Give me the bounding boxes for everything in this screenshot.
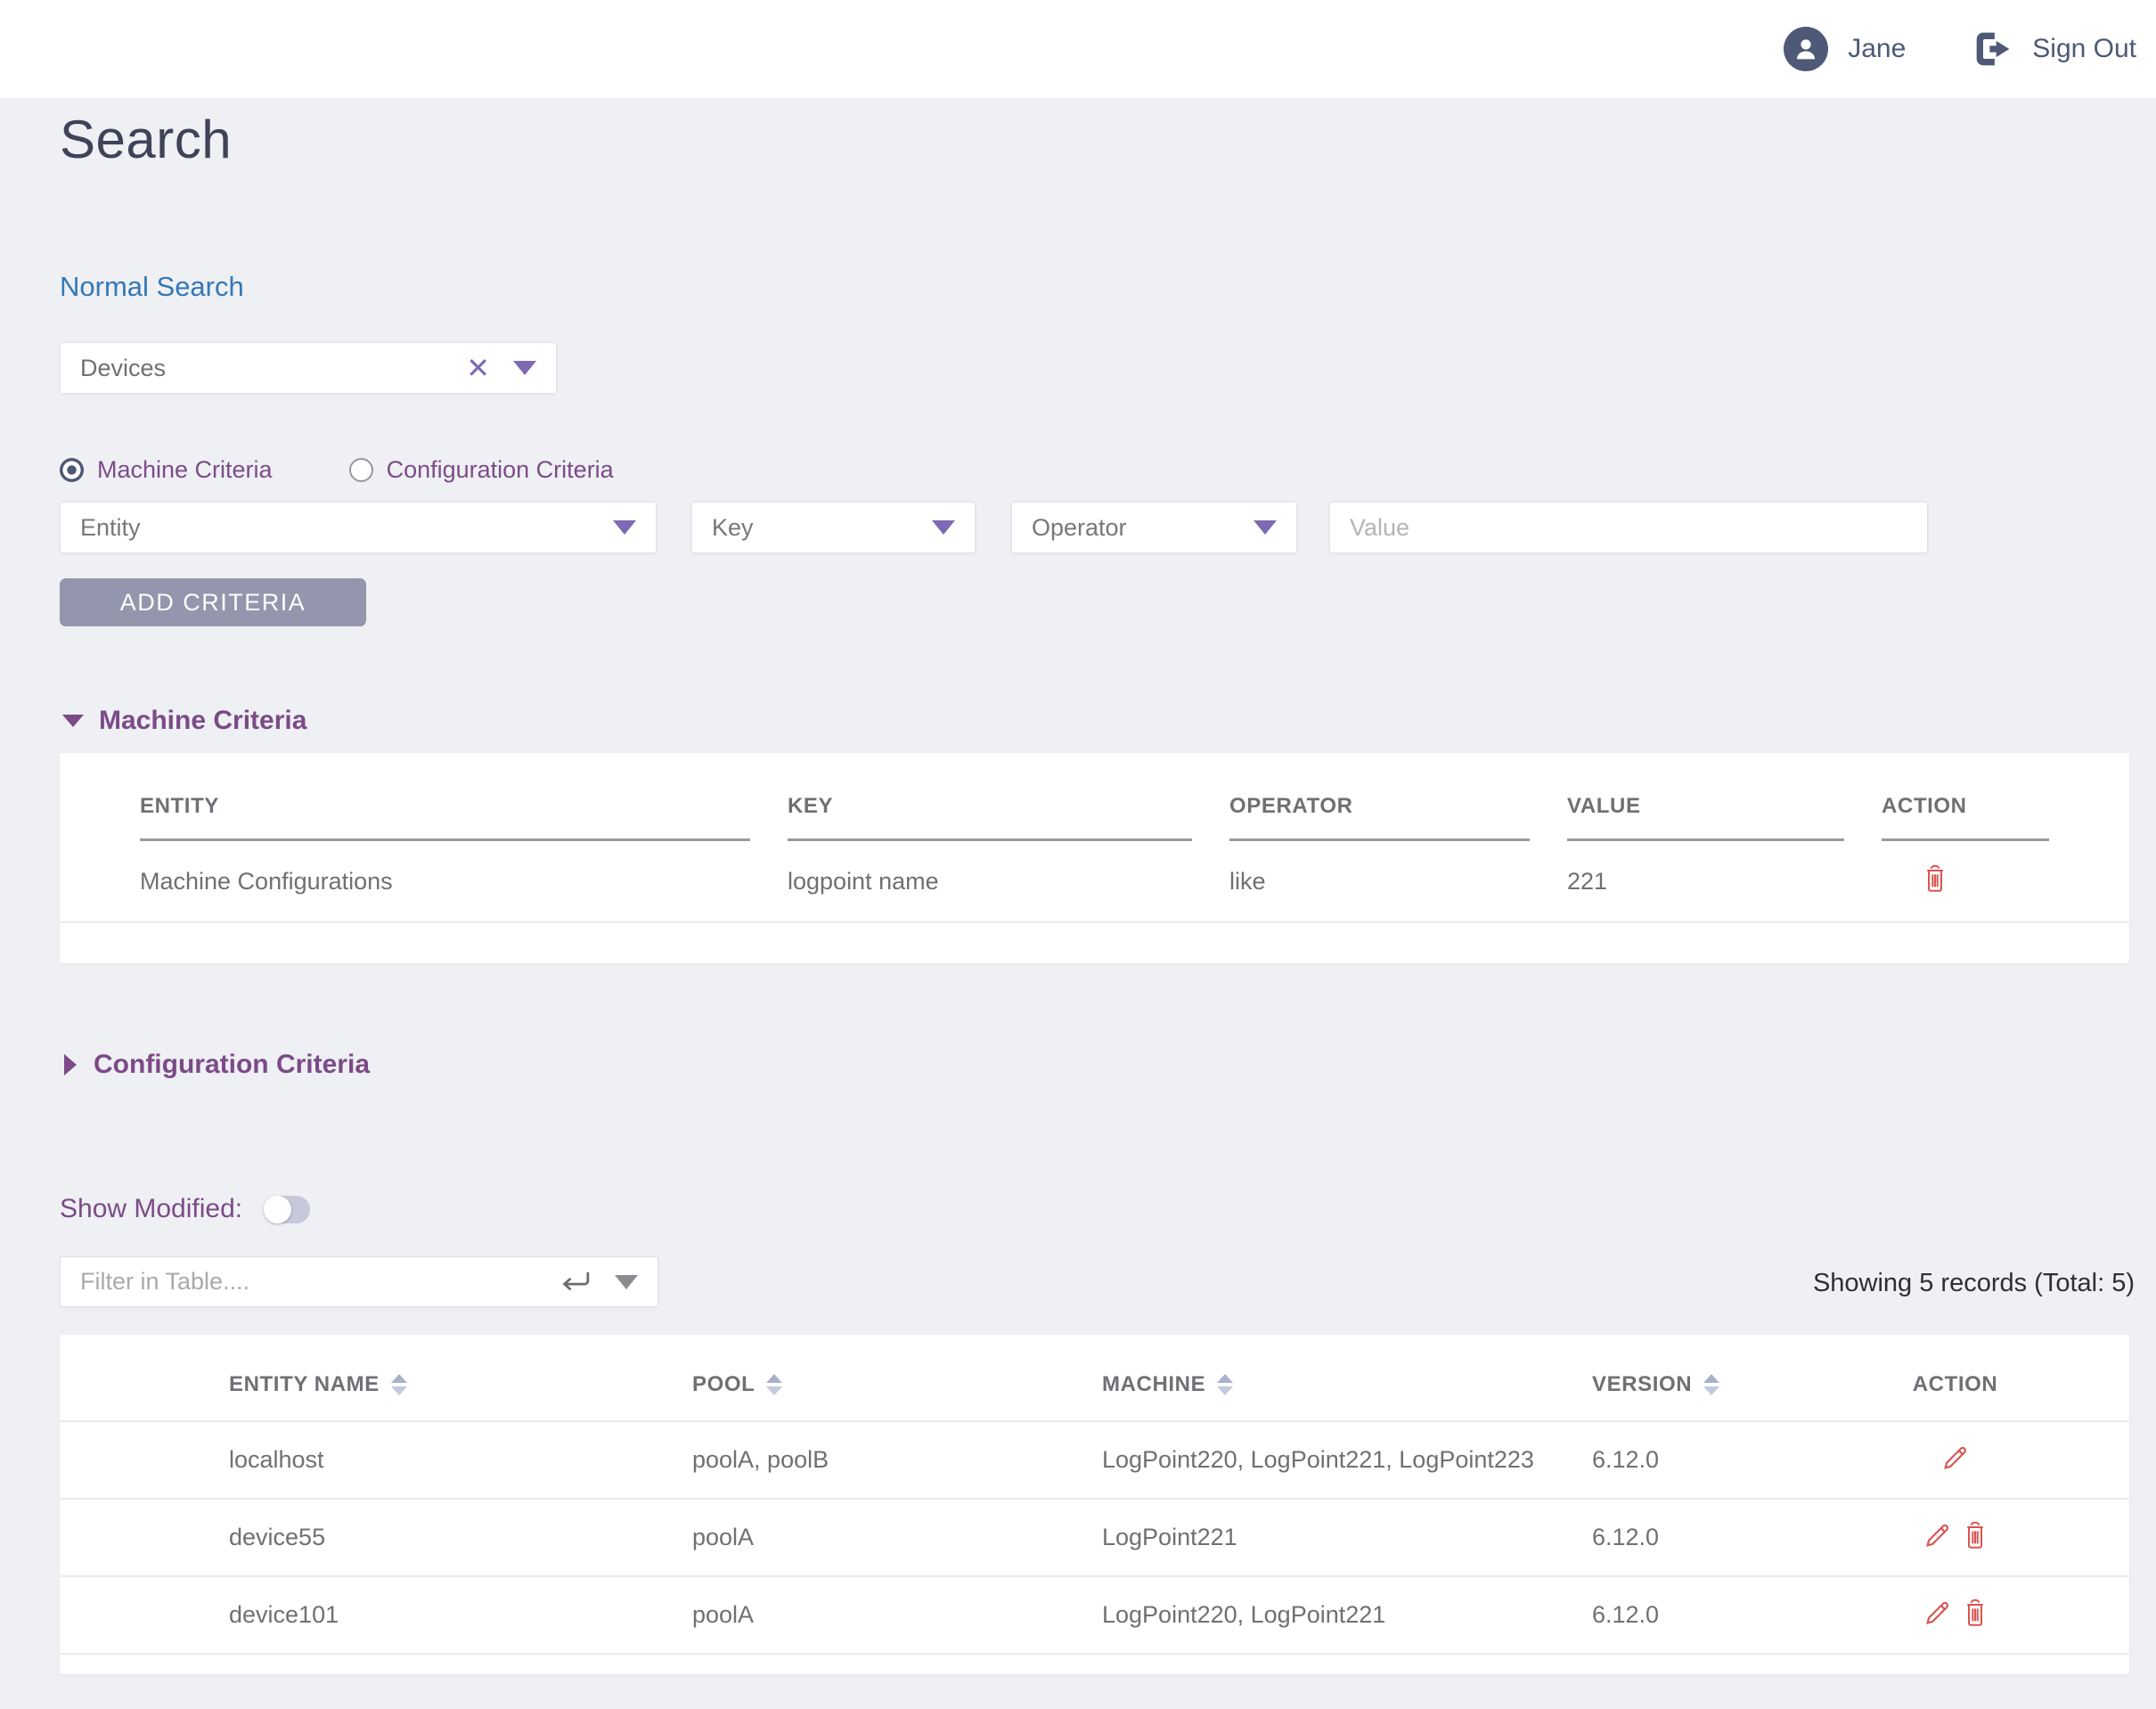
column-header-version[interactable]: VERSION (1592, 1372, 1861, 1397)
entity-name-cell: device55 (229, 1524, 692, 1551)
entity-type-select[interactable]: Devices ✕ (60, 342, 557, 394)
radio-machine-criteria-label: Machine Criteria (97, 456, 273, 484)
enter-key-icon (559, 1269, 592, 1296)
machine-criteria-table-header: ENTITY KEY OPERATOR VALUE ACTION (60, 753, 2129, 841)
machine-criteria-card: ENTITY KEY OPERATOR VALUE ACTION Machine… (60, 753, 2129, 963)
pool-cell: poolA, poolB (692, 1446, 1102, 1474)
criteria-value-value: 221 (1567, 868, 1882, 895)
machine-cell: LogPoint220, LogPoint221, LogPoint223 (1102, 1446, 1592, 1474)
column-header-action: ACTION (1861, 1372, 2049, 1397)
records-summary: Showing 5 records (Total: 5) (1813, 1269, 2135, 1298)
entity-name-cell: localhost (229, 1446, 692, 1474)
radio-configuration-criteria-label: Configuration Criteria (387, 456, 614, 484)
results-table-header: ENTITY NAME POOL MACHINE VERSION ACTION (60, 1335, 2129, 1422)
pool-cell: poolA (692, 1601, 1102, 1629)
column-header-machine[interactable]: MACHINE (1102, 1372, 1592, 1397)
entity-type-select-value: Devices (80, 355, 166, 382)
sign-out-icon[interactable] (1973, 29, 2013, 69)
value-field-wrap (1329, 502, 1928, 553)
machine-criteria-section-title: Machine Criteria (99, 706, 306, 736)
configuration-criteria-section-title: Configuration Criteria (94, 1050, 370, 1080)
top-bar: Jane Sign Out (0, 0, 2156, 98)
delete-icon[interactable] (1923, 872, 1948, 899)
radio-unselected-icon (349, 458, 373, 482)
show-modified-toggle[interactable] (265, 1196, 310, 1223)
column-header-entity-name[interactable]: ENTITY NAME (229, 1372, 692, 1397)
key-dropdown-placeholder: Key (712, 514, 754, 542)
table-row: localhost poolA, poolB LogPoint220, LogP… (60, 1422, 2129, 1500)
show-modified-label: Show Modified: (60, 1194, 242, 1224)
results-table-card: ENTITY NAME POOL MACHINE VERSION ACTION … (60, 1335, 2129, 1674)
criteria-operator-value: like (1229, 868, 1567, 895)
page-title: Search (60, 109, 232, 170)
key-dropdown[interactable]: Key (691, 502, 976, 553)
radio-configuration-criteria[interactable]: Configuration Criteria (349, 456, 614, 484)
pool-cell: poolA (692, 1524, 1102, 1551)
column-header-entity: ENTITY (140, 794, 750, 841)
chevron-down-icon[interactable] (1254, 520, 1277, 535)
criteria-type-radio-group: Machine Criteria Configuration Criteria (60, 456, 690, 484)
criteria-key-value: logpoint name (788, 868, 1229, 895)
edit-icon[interactable] (1923, 1599, 1952, 1631)
user-name: Jane (1848, 34, 1906, 64)
column-header-key: KEY (788, 794, 1192, 841)
edit-icon[interactable] (1941, 1443, 1970, 1476)
table-row: device101 poolA LogPoint220, LogPoint221… (60, 1577, 2129, 1655)
normal-search-link[interactable]: Normal Search (60, 271, 244, 303)
machine-criteria-section-toggle[interactable]: Machine Criteria (62, 706, 306, 736)
sign-out-label[interactable]: Sign Out (2032, 34, 2136, 64)
value-field[interactable] (1350, 514, 1907, 542)
chevron-down-icon[interactable] (932, 520, 955, 535)
column-header-value: VALUE (1567, 794, 1844, 841)
table-row: Machine Configurations logpoint name lik… (60, 841, 2129, 923)
table-filter-input[interactable] (80, 1268, 549, 1296)
entity-dropdown[interactable]: Entity (60, 502, 657, 553)
collapse-expanded-icon (62, 715, 84, 727)
version-cell: 6.12.0 (1592, 1524, 1861, 1551)
entity-name-cell: device101 (229, 1601, 692, 1629)
version-cell: 6.12.0 (1592, 1601, 1861, 1629)
column-header-action: ACTION (1882, 794, 2049, 841)
chevron-down-icon[interactable] (513, 361, 536, 375)
sort-icon[interactable] (391, 1374, 407, 1395)
sort-icon[interactable] (1703, 1374, 1719, 1395)
table-row: device55 poolA LogPoint221 6.12.0 (60, 1500, 2129, 1577)
entity-dropdown-placeholder: Entity (80, 514, 141, 542)
add-criteria-button[interactable]: ADD CRITERIA (60, 578, 366, 626)
edit-icon[interactable] (1923, 1521, 1952, 1554)
column-header-operator: OPERATOR (1229, 794, 1530, 841)
collapse-collapsed-icon (64, 1054, 77, 1075)
user-avatar-icon[interactable] (1784, 27, 1828, 71)
delete-icon[interactable] (1963, 1520, 1988, 1555)
version-cell: 6.12.0 (1592, 1446, 1861, 1474)
column-header-pool[interactable]: POOL (692, 1372, 1102, 1397)
show-modified-row: Show Modified: (60, 1194, 310, 1224)
criteria-entity-value: Machine Configurations (140, 868, 788, 895)
radio-selected-icon (60, 458, 84, 482)
toggle-knob (264, 1196, 291, 1223)
clear-selection-icon[interactable]: ✕ (466, 354, 513, 382)
sort-icon[interactable] (1217, 1374, 1233, 1395)
delete-icon[interactable] (1963, 1598, 1988, 1632)
machine-cell: LogPoint220, LogPoint221 (1102, 1601, 1592, 1629)
configuration-criteria-section-toggle[interactable]: Configuration Criteria (64, 1050, 370, 1080)
operator-dropdown-placeholder: Operator (1032, 514, 1127, 542)
chevron-down-icon[interactable] (613, 520, 636, 535)
radio-machine-criteria[interactable]: Machine Criteria (60, 456, 273, 484)
sort-icon[interactable] (766, 1374, 782, 1395)
machine-cell: LogPoint221 (1102, 1524, 1592, 1551)
table-filter-wrap (60, 1256, 658, 1307)
operator-dropdown[interactable]: Operator (1011, 502, 1297, 553)
chevron-down-icon[interactable] (615, 1275, 638, 1289)
